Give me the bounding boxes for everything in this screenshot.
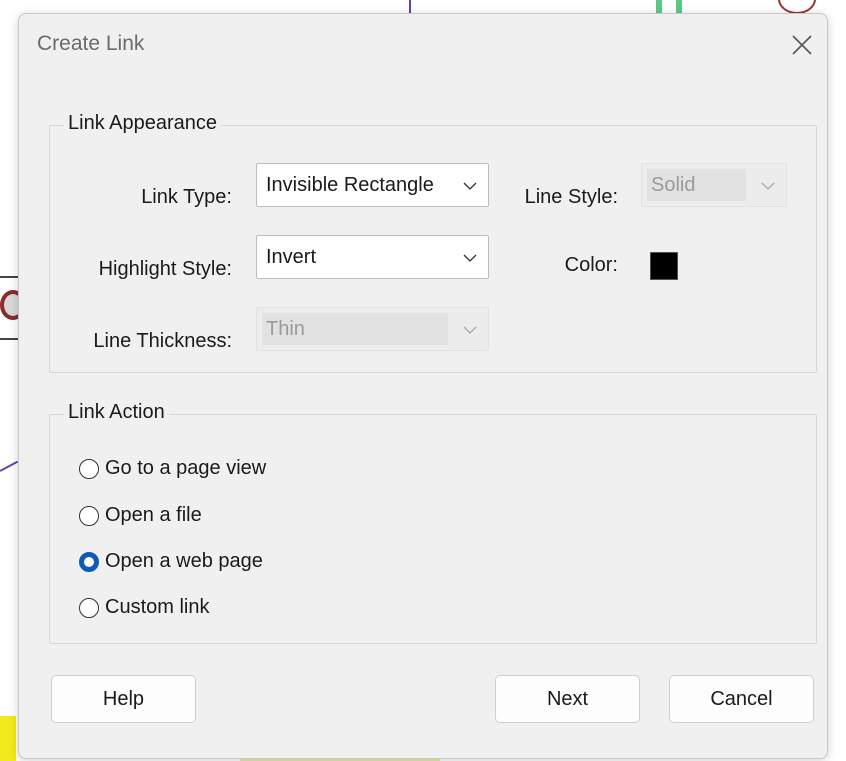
radio-open-file[interactable]: Open a file: [79, 504, 202, 527]
line-style-select[interactable]: Solid: [641, 163, 787, 207]
link-appearance-group: Link Appearance Link Type: Invisible Rec…: [49, 112, 817, 373]
highlight-style-value: Invert: [266, 245, 317, 268]
radio-label: Open a web page: [105, 550, 263, 572]
line-thickness-label: Line Thickness:: [93, 330, 232, 352]
group-label-link-appearance: Link Appearance: [64, 112, 222, 135]
radio-label: Go to a page view: [105, 457, 267, 479]
radio-button-checked[interactable]: [79, 551, 99, 572]
line-style-label: Line Style:: [524, 186, 618, 208]
line-style-value: Solid: [651, 173, 696, 196]
radio-custom-link[interactable]: Custom link: [79, 596, 209, 619]
chevron-down-icon: [463, 326, 477, 334]
radio-button[interactable]: [79, 505, 99, 526]
background-line: [0, 460, 19, 472]
highlight-style-label: Highlight Style:: [98, 258, 232, 280]
background-shape: [0, 716, 16, 761]
radio-button[interactable]: [79, 458, 99, 479]
create-link-dialog: Create Link Link Appearance Link Type: I…: [18, 13, 828, 759]
chevron-down-icon: [463, 182, 477, 190]
radio-go-to-page-view[interactable]: Go to a page view: [79, 457, 266, 480]
line-thickness-value: Thin: [266, 317, 305, 340]
color-swatch[interactable]: [650, 252, 678, 280]
chevron-down-icon: [463, 254, 477, 262]
radio-button[interactable]: [79, 597, 99, 618]
radio-label: Custom link: [105, 596, 210, 618]
close-icon: [792, 35, 812, 55]
help-button[interactable]: Help: [51, 675, 196, 723]
line-thickness-select[interactable]: Thin: [256, 307, 489, 351]
close-button[interactable]: [785, 28, 819, 62]
radio-open-web-page[interactable]: Open a web page: [79, 550, 263, 573]
group-label-link-action: Link Action: [64, 401, 169, 424]
color-label: Color:: [564, 254, 618, 276]
cancel-button[interactable]: Cancel: [669, 675, 814, 723]
chevron-down-icon: [761, 182, 775, 190]
next-button[interactable]: Next: [495, 675, 640, 723]
dialog-title: Create Link: [37, 32, 145, 55]
link-type-label: Link Type:: [141, 186, 232, 208]
link-type-select[interactable]: Invisible Rectangle: [256, 163, 489, 207]
highlight-style-select[interactable]: Invert: [256, 235, 489, 279]
link-type-value: Invisible Rectangle: [266, 173, 434, 196]
radio-label: Open a file: [105, 504, 202, 526]
background-shape: [778, 0, 816, 14]
